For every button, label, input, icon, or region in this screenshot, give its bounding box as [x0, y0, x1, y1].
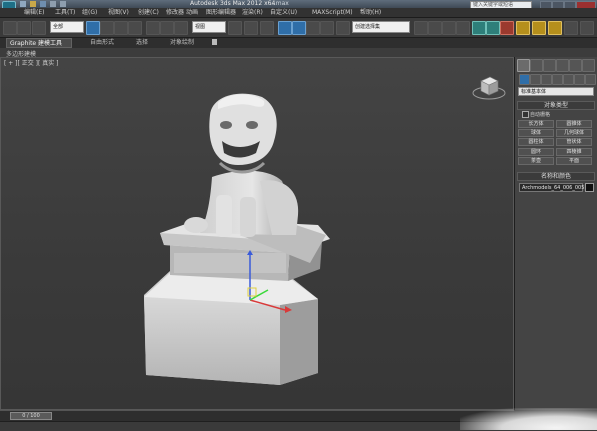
- menu-customize[interactable]: 自定义(U): [270, 8, 297, 17]
- torus-button[interactable]: 圆环: [518, 148, 554, 156]
- select-by-name-icon[interactable]: [100, 21, 114, 35]
- percent-snap-icon[interactable]: [306, 21, 320, 35]
- display-tab-icon[interactable]: [569, 59, 582, 72]
- angle-snap-icon[interactable]: [292, 21, 306, 35]
- motion-tab-icon[interactable]: [556, 59, 569, 72]
- pyramid-button[interactable]: 四棱锥: [556, 148, 592, 156]
- watermark-glow: [460, 408, 597, 430]
- autogrid-checkbox[interactable]: [522, 111, 529, 118]
- viewcube-icon[interactable]: [472, 73, 506, 101]
- render-production-icon[interactable]: [548, 21, 562, 35]
- menu-tools[interactable]: 工具(T): [55, 8, 75, 17]
- tab-selection[interactable]: 选择: [136, 39, 148, 47]
- tube-button[interactable]: 管状体: [556, 138, 592, 146]
- tab-object-paint[interactable]: 对象绘制: [170, 39, 194, 47]
- scale-icon[interactable]: [174, 21, 188, 35]
- teapot-button[interactable]: 茶壶: [518, 157, 554, 165]
- redo-icon[interactable]: [17, 21, 31, 35]
- reference-coordinate-dropdown[interactable]: 视图: [192, 21, 226, 33]
- render-setup-icon[interactable]: [516, 21, 530, 35]
- undo-icon[interactable]: [3, 21, 17, 35]
- create-tab-icon[interactable]: [517, 59, 530, 72]
- object-type-rollout[interactable]: 对象类型: [517, 101, 595, 110]
- cone-button[interactable]: 圆锥体: [556, 120, 592, 128]
- time-slider-knob[interactable]: 0 / 100: [10, 412, 52, 420]
- geometry-icon[interactable]: [519, 74, 530, 85]
- select-manipulate-icon[interactable]: [244, 21, 258, 35]
- hierarchy-tab-icon[interactable]: [543, 59, 556, 72]
- rendered-frame-icon[interactable]: [532, 21, 546, 35]
- window-crossing-icon[interactable]: [128, 21, 142, 35]
- systems-icon[interactable]: [585, 74, 596, 85]
- selection-filter-dropdown[interactable]: 全部: [50, 21, 84, 33]
- shapes-icon[interactable]: [530, 74, 541, 85]
- layer-manager-icon[interactable]: [442, 21, 456, 35]
- undo-icon[interactable]: [50, 1, 56, 7]
- menu-edit[interactable]: 编辑(E): [24, 8, 44, 17]
- geosphere-button[interactable]: 几何球体: [556, 129, 592, 137]
- lights-icon[interactable]: [541, 74, 552, 85]
- edit-named-selection-icon[interactable]: [336, 21, 350, 35]
- menu-group[interactable]: 组(G): [82, 8, 97, 17]
- lion-statue-model[interactable]: [140, 85, 340, 395]
- save-file-icon[interactable]: [40, 1, 46, 7]
- mirror-icon[interactable]: [414, 21, 428, 35]
- menu-rendering[interactable]: 渲染(R): [242, 8, 263, 17]
- utilities-tab-icon[interactable]: [582, 59, 595, 72]
- cylinder-button[interactable]: 圆柱体: [518, 138, 554, 146]
- tab-graphite-modeling[interactable]: Graphite 建模工具: [6, 38, 72, 48]
- activeshade-icon[interactable]: [580, 21, 594, 35]
- space-warps-icon[interactable]: [574, 74, 585, 85]
- snaps-toggle-icon[interactable]: [278, 21, 292, 35]
- transform-gizmo-icon[interactable]: [240, 250, 300, 315]
- name-color-rollout[interactable]: 名称和颜色: [517, 172, 595, 181]
- open-file-icon[interactable]: [30, 1, 36, 7]
- modify-tab-icon[interactable]: [530, 59, 543, 72]
- redo-icon[interactable]: [60, 1, 66, 7]
- tab-freeform[interactable]: 自由形式: [90, 39, 114, 47]
- viewport-label[interactable]: [ + ][ 正交 ][ 真实 ]: [4, 58, 59, 67]
- schematic-view-icon[interactable]: [486, 21, 500, 35]
- material-editor-icon[interactable]: [500, 21, 514, 35]
- spinner-snap-icon[interactable]: [320, 21, 334, 35]
- object-color-swatch[interactable]: [585, 183, 594, 192]
- file-name: ...max: [270, 0, 289, 7]
- render-iterative-icon[interactable]: [564, 21, 578, 35]
- menu-create[interactable]: 创建(C): [138, 8, 159, 17]
- graphite-toggle-icon[interactable]: [456, 21, 470, 35]
- rotate-icon[interactable]: [160, 21, 174, 35]
- object-name-field[interactable]: Archmodels_64_006_005: [519, 183, 584, 192]
- pivot-center-icon[interactable]: [228, 21, 242, 35]
- link-icon[interactable]: [32, 21, 46, 35]
- menu-graph-editors[interactable]: 图形编辑器: [206, 8, 236, 17]
- ribbon-options-icon[interactable]: [212, 39, 217, 45]
- menu-animation[interactable]: 动画: [186, 8, 198, 17]
- box-button[interactable]: 长方体: [518, 120, 554, 128]
- sphere-button[interactable]: 球体: [518, 129, 554, 137]
- category-dropdown[interactable]: 标准基本体: [518, 87, 594, 96]
- named-selection-dropdown[interactable]: 创建选择集: [352, 21, 410, 33]
- align-icon[interactable]: [428, 21, 442, 35]
- menu-maxscript[interactable]: MAXScript(M): [312, 8, 353, 17]
- autogrid-label: 自动栅格: [530, 112, 551, 118]
- menu-modifiers[interactable]: 修改器: [166, 8, 184, 17]
- app-title: Autodesk 3ds Max 2012 x64: [190, 0, 276, 7]
- plane-button[interactable]: 平面: [556, 157, 592, 165]
- cameras-icon[interactable]: [552, 74, 563, 85]
- keyboard-shortcut-icon[interactable]: [260, 21, 274, 35]
- new-file-icon[interactable]: [20, 1, 26, 7]
- menu-views[interactable]: 视图(V): [108, 8, 129, 17]
- helpers-icon[interactable]: [563, 74, 574, 85]
- menu-help[interactable]: 帮助(H): [360, 8, 381, 17]
- select-object-icon[interactable]: [86, 21, 100, 35]
- move-icon[interactable]: [146, 21, 160, 35]
- curve-editor-icon[interactable]: [472, 21, 486, 35]
- rectangle-selection-icon[interactable]: [114, 21, 128, 35]
